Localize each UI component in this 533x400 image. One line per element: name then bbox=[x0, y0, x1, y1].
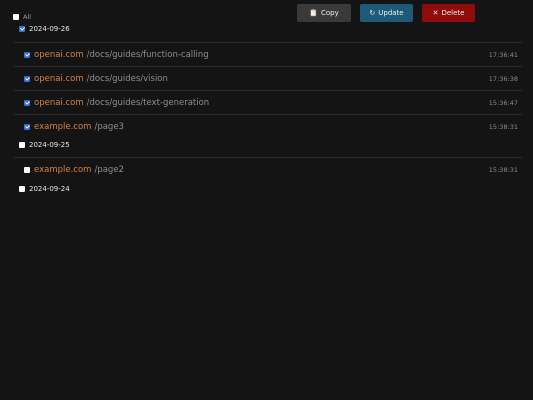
entry-path[interactable]: /docs/guides/vision bbox=[87, 74, 168, 84]
entry-checkbox[interactable] bbox=[24, 51, 30, 58]
select-all-checkbox[interactable] bbox=[13, 14, 19, 20]
select-all-label: All bbox=[23, 13, 32, 21]
history-entry[interactable]: openai.com /docs/guides/text-generation … bbox=[14, 90, 522, 114]
date-group-checkbox[interactable] bbox=[19, 142, 25, 148]
copy-button-label: Copy bbox=[320, 9, 339, 17]
update-button[interactable]: ↻ Update bbox=[360, 4, 413, 22]
date-group-header: 2024-09-26 bbox=[19, 25, 70, 33]
update-button-label: Update bbox=[378, 9, 404, 17]
entry-domain[interactable]: example.com bbox=[34, 122, 91, 132]
entry-domain[interactable]: openai.com bbox=[34, 98, 84, 108]
entry-time: 15:38:31 bbox=[488, 165, 518, 174]
entry-domain[interactable]: openai.com bbox=[34, 50, 84, 60]
date-group-header: 2024-09-24 bbox=[19, 185, 70, 193]
clipboard-icon: 📋 bbox=[309, 8, 318, 17]
history-entry[interactable]: openai.com /docs/guides/function-calling… bbox=[14, 42, 522, 66]
delete-button-label: Delete bbox=[441, 9, 465, 17]
toolbar: 📋 Copy ↻ Update ✕ Delete bbox=[297, 4, 475, 22]
select-all-row: All bbox=[13, 13, 31, 21]
entry-path[interactable]: /docs/guides/text-generation bbox=[87, 98, 210, 108]
entry-path[interactable]: /page2 bbox=[94, 165, 124, 175]
entry-checkbox[interactable] bbox=[24, 75, 30, 82]
close-icon: ✕ bbox=[432, 8, 439, 17]
entry-path[interactable]: /page3 bbox=[94, 122, 124, 132]
date-group-label: 2024-09-25 bbox=[29, 141, 70, 149]
history-entry[interactable]: openai.com /docs/guides/vision 17:36:38 bbox=[14, 66, 522, 90]
entry-checkbox[interactable] bbox=[24, 166, 30, 173]
history-entry[interactable]: example.com /page2 15:38:31 bbox=[14, 157, 522, 181]
entry-time: 15:38:31 bbox=[488, 122, 518, 131]
date-group-header: 2024-09-25 bbox=[19, 141, 70, 149]
entry-time: 17:36:38 bbox=[488, 74, 518, 83]
date-group-label: 2024-09-26 bbox=[29, 25, 70, 33]
copy-button[interactable]: 📋 Copy bbox=[297, 4, 351, 22]
entry-checkbox[interactable] bbox=[24, 99, 30, 106]
delete-button[interactable]: ✕ Delete bbox=[422, 4, 475, 22]
date-group-label: 2024-09-24 bbox=[29, 185, 70, 193]
entry-domain[interactable]: example.com bbox=[34, 165, 91, 175]
entry-path[interactable]: /docs/guides/function-calling bbox=[87, 50, 209, 60]
refresh-icon: ↻ bbox=[369, 8, 376, 17]
date-group-checkbox[interactable] bbox=[19, 186, 25, 192]
entry-domain[interactable]: openai.com bbox=[34, 74, 84, 84]
history-entry[interactable]: example.com /page3 15:38:31 bbox=[14, 114, 522, 138]
date-group-checkbox[interactable] bbox=[19, 26, 25, 32]
entry-time: 15:36:47 bbox=[488, 98, 518, 107]
entry-time: 17:36:41 bbox=[488, 50, 518, 59]
entry-checkbox[interactable] bbox=[24, 123, 30, 130]
